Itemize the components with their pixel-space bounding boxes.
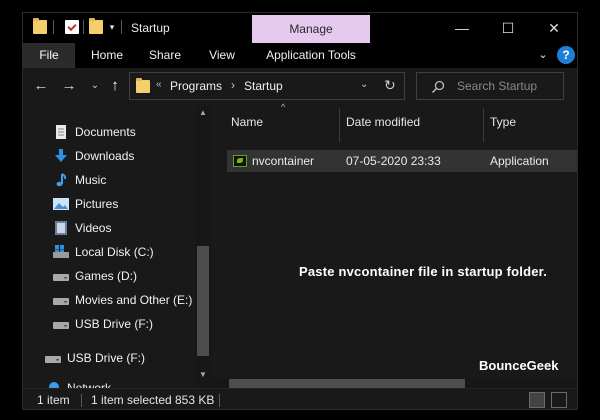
properties-icon[interactable] xyxy=(65,20,79,34)
divider xyxy=(53,20,54,34)
nav-item-videos[interactable]: Videos xyxy=(23,217,203,239)
sort-ascending-icon: ^ xyxy=(281,102,286,112)
item-count: 1 item xyxy=(37,393,70,407)
breadcrumb-startup[interactable]: Startup xyxy=(244,79,283,93)
file-date: 07-05-2020 23:33 xyxy=(346,154,441,168)
usb-drive-icon xyxy=(53,322,69,329)
nav-item-label: Downloads xyxy=(75,149,135,163)
column-divider[interactable] xyxy=(339,108,340,142)
large-icons-view-icon[interactable] xyxy=(551,392,567,408)
up-arrow-icon[interactable]: ↑ xyxy=(105,76,125,96)
help-icon[interactable]: ? xyxy=(557,46,575,64)
window-title: Startup xyxy=(131,21,170,35)
nav-item-label: USB Drive (F:) xyxy=(67,351,145,365)
nav-item-games-d[interactable]: Games (D:) xyxy=(23,265,203,287)
nav-item-label: Documents xyxy=(75,125,136,139)
file-name: nvcontainer xyxy=(252,154,315,168)
minimize-button[interactable]: — xyxy=(439,13,485,43)
divider xyxy=(81,394,82,407)
navigation-pane: Documents Downloads Music Pictures Video… xyxy=(23,106,211,395)
quick-access-dropdown-icon[interactable]: ▾ xyxy=(107,21,117,33)
ribbon-tabs: File Home Share View Application Tools ⌄… xyxy=(23,43,577,68)
selection-size: 853 KB xyxy=(175,393,215,407)
address-dropdown-icon[interactable]: ⌄ xyxy=(360,79,368,90)
address-row: ← → ⌄ ↑ « Programs › Startup ⌄ ↻ Search … xyxy=(23,68,577,106)
divider xyxy=(219,394,220,407)
close-button[interactable]: ✕ xyxy=(531,13,577,43)
search-field[interactable]: Search Startup xyxy=(416,72,564,100)
downloads-icon xyxy=(55,149,67,162)
breadcrumb-separator-icon[interactable]: › xyxy=(231,78,235,92)
usb-drive-icon xyxy=(45,356,61,363)
nav-item-documents[interactable]: Documents xyxy=(23,121,203,143)
nav-item-label: Videos xyxy=(75,221,112,235)
tab-manage[interactable]: Manage xyxy=(252,15,370,43)
breadcrumb-programs[interactable]: Programs xyxy=(170,79,222,93)
column-divider[interactable] xyxy=(483,108,484,142)
tab-share[interactable]: Share xyxy=(139,43,191,68)
videos-icon xyxy=(55,221,67,235)
details-view-icon[interactable] xyxy=(529,392,545,408)
nav-item-label: Games (D:) xyxy=(75,269,138,283)
scroll-up-icon[interactable]: ▲ xyxy=(195,108,211,120)
address-bar[interactable]: « Programs › Startup ⌄ ↻ xyxy=(129,72,405,100)
column-date-modified[interactable]: Date modified xyxy=(346,115,420,129)
nav-item-label: USB Drive (F:) xyxy=(75,317,153,331)
folder-icon xyxy=(136,78,150,93)
scroll-down-icon[interactable]: ▼ xyxy=(195,370,211,382)
nav-item-downloads[interactable]: Downloads xyxy=(23,145,203,167)
tab-home[interactable]: Home xyxy=(79,43,135,68)
search-icon xyxy=(431,80,445,94)
column-type[interactable]: Type xyxy=(490,115,516,129)
file-type: Application xyxy=(490,154,549,168)
nav-item-local-disk-c[interactable]: Local Disk (C:) xyxy=(23,241,203,263)
nav-item-label: Local Disk (C:) xyxy=(75,245,154,259)
watermark-brand: BounceGeek xyxy=(479,358,559,373)
forward-arrow-icon[interactable]: → xyxy=(59,76,79,96)
divider xyxy=(83,20,84,34)
nav-item-pictures[interactable]: Pictures xyxy=(23,193,203,215)
drive-icon xyxy=(53,298,69,305)
maximize-button[interactable]: ☐ xyxy=(485,13,531,43)
table-row[interactable]: nvcontainer 07-05-2020 23:33 Application xyxy=(227,150,577,172)
nav-item-usb-drive-f[interactable]: USB Drive (F:) xyxy=(23,313,203,335)
overflow-chevron-icon[interactable]: « xyxy=(156,79,162,90)
divider xyxy=(121,20,122,34)
file-list: ^ Name Date modified Type nvcontainer 07… xyxy=(211,102,577,390)
documents-icon xyxy=(56,125,66,139)
expand-ribbon-icon[interactable]: ⌄ xyxy=(535,47,551,63)
drive-icon xyxy=(53,274,69,281)
overlay-caption: Paste nvcontainer file in startup folder… xyxy=(298,264,548,279)
nav-item-label: Movies and Other (E:) xyxy=(75,293,193,307)
windows-drive-icon xyxy=(53,245,69,258)
nvidia-app-icon xyxy=(233,155,247,167)
refresh-icon[interactable]: ↻ xyxy=(384,77,396,94)
nav-item-music[interactable]: Music xyxy=(23,169,203,191)
nav-item-label: Pictures xyxy=(75,197,119,211)
tab-file[interactable]: File xyxy=(23,43,75,68)
nav-item-movies-e[interactable]: Movies and Other (E:) xyxy=(23,289,203,311)
search-input[interactable]: Search Startup xyxy=(457,79,537,93)
explorer-window: ▾ Startup Manage — ☐ ✕ File Home Share V… xyxy=(22,12,578,410)
selection-count: 1 item selected xyxy=(91,393,172,407)
folder-icon xyxy=(33,18,47,34)
tab-view[interactable]: View xyxy=(197,43,247,68)
nav-scrollbar-thumb[interactable] xyxy=(197,246,209,356)
back-arrow-icon[interactable]: ← xyxy=(31,76,51,96)
title-bar: ▾ Startup Manage — ☐ ✕ xyxy=(23,13,577,43)
nav-item-usb-drive-f-root[interactable]: USB Drive (F:) xyxy=(23,347,195,369)
column-name[interactable]: Name xyxy=(231,115,263,129)
pictures-icon xyxy=(53,198,69,210)
status-bar: 1 item 1 item selected 853 KB xyxy=(23,388,577,409)
recent-locations-icon[interactable]: ⌄ xyxy=(85,76,105,96)
music-icon xyxy=(56,173,67,187)
nav-item-label: Music xyxy=(75,173,107,187)
new-folder-icon[interactable] xyxy=(89,18,103,34)
tab-application-tools[interactable]: Application Tools xyxy=(252,43,370,68)
